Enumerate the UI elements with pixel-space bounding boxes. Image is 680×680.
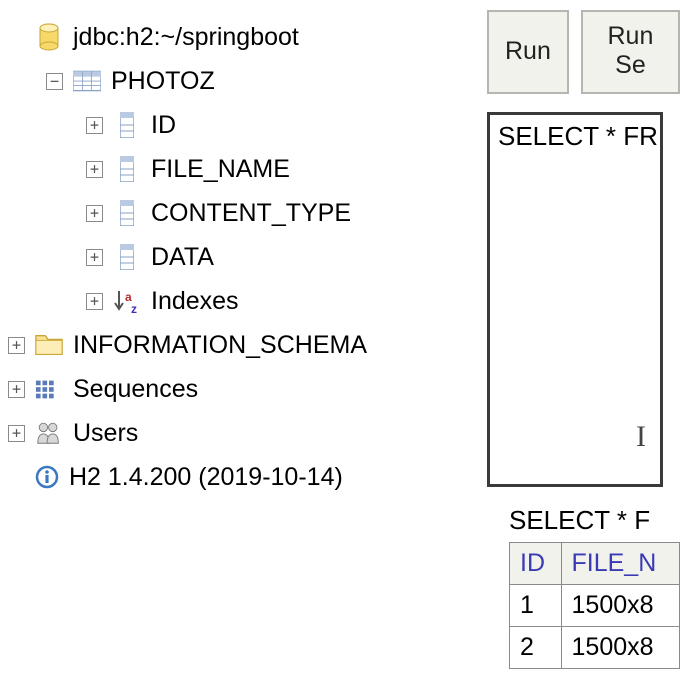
info-schema-label: INFORMATION_SCHEMA xyxy=(73,331,367,360)
cell-id: 2 xyxy=(510,627,562,669)
database-icon xyxy=(35,23,63,51)
indexes-icon: a z xyxy=(113,287,141,315)
svg-text:z: z xyxy=(131,302,137,315)
database-label: jdbc:h2:~/springboot xyxy=(73,23,299,52)
expand-icon[interactable]: + xyxy=(86,249,103,266)
column-label: CONTENT_TYPE xyxy=(151,199,351,228)
toolbar: Run Run Se xyxy=(485,10,680,94)
column-icon xyxy=(113,111,141,139)
expand-icon[interactable]: + xyxy=(86,117,103,134)
expand-icon[interactable]: + xyxy=(8,337,25,354)
results-panel: SELECT * F ID FILE_N 1 1500x8 2 1500x8 xyxy=(509,505,680,669)
col-header-filename[interactable]: FILE_N xyxy=(561,543,679,585)
table-icon xyxy=(73,67,101,95)
column-label: FILE_NAME xyxy=(151,155,290,184)
column-label: DATA xyxy=(151,243,214,272)
indexes-label: Indexes xyxy=(151,287,239,316)
column-icon xyxy=(113,199,141,227)
expand-icon[interactable]: + xyxy=(86,293,103,310)
expand-icon[interactable]: + xyxy=(8,381,25,398)
results-query: SELECT * F xyxy=(509,505,680,536)
cell-file: 1500x8 xyxy=(561,585,679,627)
users-icon xyxy=(35,419,63,447)
column-icon xyxy=(113,243,141,271)
folder-icon xyxy=(35,331,63,359)
tree-column-filename[interactable]: + FILE_NAME xyxy=(8,147,485,191)
tree-sequences[interactable]: + Sequences xyxy=(8,367,485,411)
col-header-id[interactable]: ID xyxy=(510,543,562,585)
db-tree: jdbc:h2:~/springboot − PHOTOZ + xyxy=(0,0,485,680)
users-label: Users xyxy=(73,419,138,448)
info-icon xyxy=(35,463,59,491)
tree-info-schema[interactable]: + INFORMATION_SCHEMA xyxy=(8,323,485,367)
table-row[interactable]: 2 1500x8 xyxy=(510,627,680,669)
cell-file: 1500x8 xyxy=(561,627,679,669)
table-row[interactable]: 1 1500x8 xyxy=(510,585,680,627)
tree-indexes[interactable]: + a z Indexes xyxy=(8,279,485,323)
expand-icon[interactable]: + xyxy=(86,205,103,222)
text-cursor-icon: I xyxy=(636,420,646,454)
expand-icon[interactable]: + xyxy=(8,425,25,442)
column-icon xyxy=(113,155,141,183)
cell-id: 1 xyxy=(510,585,562,627)
run-button[interactable]: Run xyxy=(487,10,569,94)
tree-table[interactable]: − PHOTOZ xyxy=(8,59,485,103)
sequences-label: Sequences xyxy=(73,375,198,404)
sql-text: SELECT * FR xyxy=(498,121,658,151)
sequences-icon xyxy=(35,375,63,403)
expand-icon[interactable]: + xyxy=(86,161,103,178)
sql-editor[interactable]: SELECT * FR I xyxy=(487,112,663,487)
column-label: ID xyxy=(151,111,176,140)
collapse-icon[interactable]: − xyxy=(46,73,63,90)
version-label: H2 1.4.200 (2019-10-14) xyxy=(69,463,343,492)
table-header-row: ID FILE_N xyxy=(510,543,680,585)
tree-column-contenttype[interactable]: + CONTENT_TYPE xyxy=(8,191,485,235)
tree-column-data[interactable]: + DATA xyxy=(8,235,485,279)
tree-database[interactable]: jdbc:h2:~/springboot xyxy=(8,15,485,59)
results-table: ID FILE_N 1 1500x8 2 1500x8 xyxy=(509,542,680,669)
table-label: PHOTOZ xyxy=(111,67,215,96)
right-panel: Run Run Se SELECT * FR I SELECT * F ID F… xyxy=(485,0,680,680)
tree-users[interactable]: + Users xyxy=(8,411,485,455)
run-selected-button[interactable]: Run Se xyxy=(581,10,680,94)
tree-column-id[interactable]: + ID xyxy=(8,103,485,147)
tree-version: H2 1.4.200 (2019-10-14) xyxy=(8,455,485,499)
